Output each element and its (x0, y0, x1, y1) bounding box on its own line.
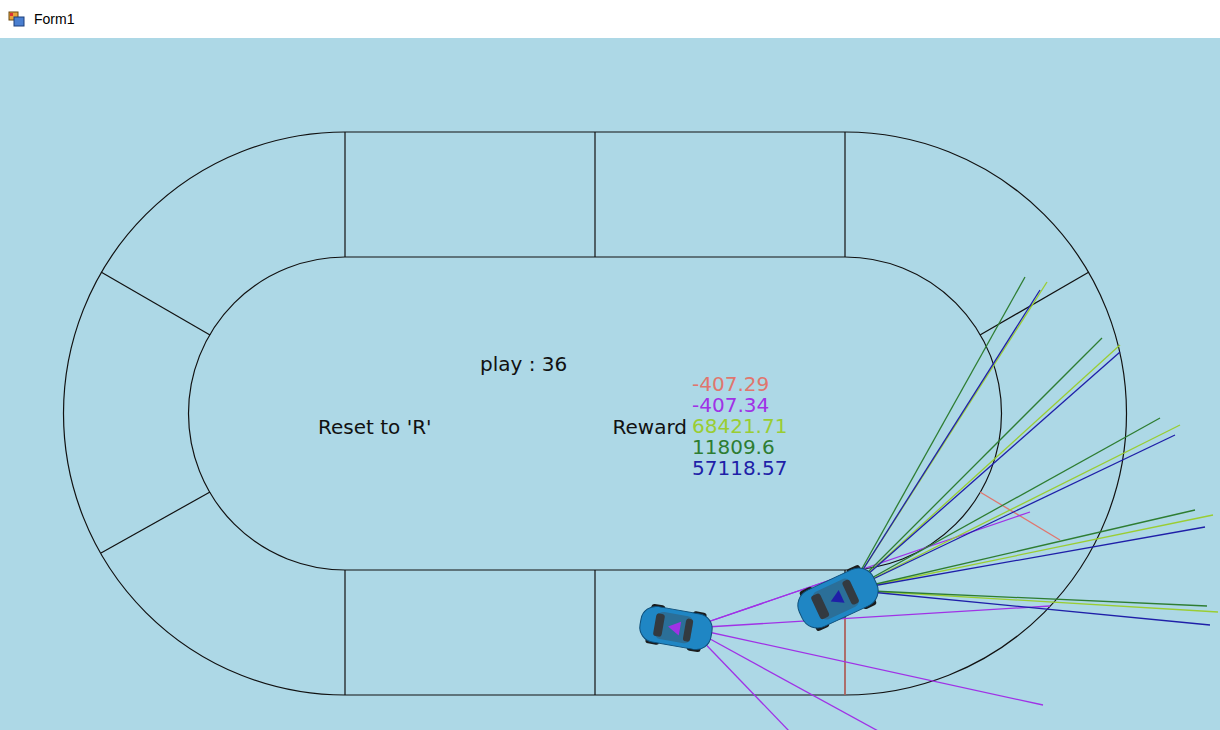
reward-label: Reward (613, 415, 687, 439)
sensor-ray (850, 435, 1175, 590)
form-icon (8, 10, 26, 28)
sensor-ray-group (690, 512, 1050, 730)
sensor-ray (850, 352, 1120, 590)
title-bar: Form1 (0, 0, 1220, 38)
sensor-ray-group (850, 282, 1218, 612)
car-icon (792, 561, 885, 636)
direction-arrow-icon (828, 590, 845, 608)
sensor-ray (850, 345, 1120, 590)
cars (637, 561, 884, 654)
play-counter: play : 36 (480, 352, 567, 376)
sensor-ray (850, 418, 1160, 590)
window-title: Form1 (34, 11, 74, 28)
direction-arrow-icon (667, 620, 681, 636)
simulation-canvas: play : 36Reset to 'R'Reward-407.29-407.3… (0, 38, 1220, 730)
sensor-ray-group (850, 277, 1207, 606)
sensor-ray (690, 628, 880, 730)
car-icon (637, 602, 715, 654)
sensor-ray (844, 618, 845, 695)
sensor-ray (850, 515, 1213, 590)
sensor-rays (690, 277, 1218, 730)
sensor-ray (850, 510, 1195, 590)
sensor-ray (690, 628, 1043, 705)
sensor-ray (850, 277, 1025, 590)
sensor-ray (850, 590, 1218, 612)
reward-value: 57118.57 (692, 456, 787, 480)
track (63, 132, 1126, 695)
hud: play : 36Reset to 'R'Reward-407.29-407.3… (318, 352, 787, 480)
sensor-ray (850, 527, 1205, 590)
sensor-ray (850, 425, 1180, 590)
sensor-ray-group (850, 290, 1210, 625)
sensor-ray (850, 590, 1207, 606)
sensor-ray (850, 282, 1047, 590)
reset-hint: Reset to 'R' (318, 415, 432, 439)
sensor-ray (850, 590, 1210, 625)
